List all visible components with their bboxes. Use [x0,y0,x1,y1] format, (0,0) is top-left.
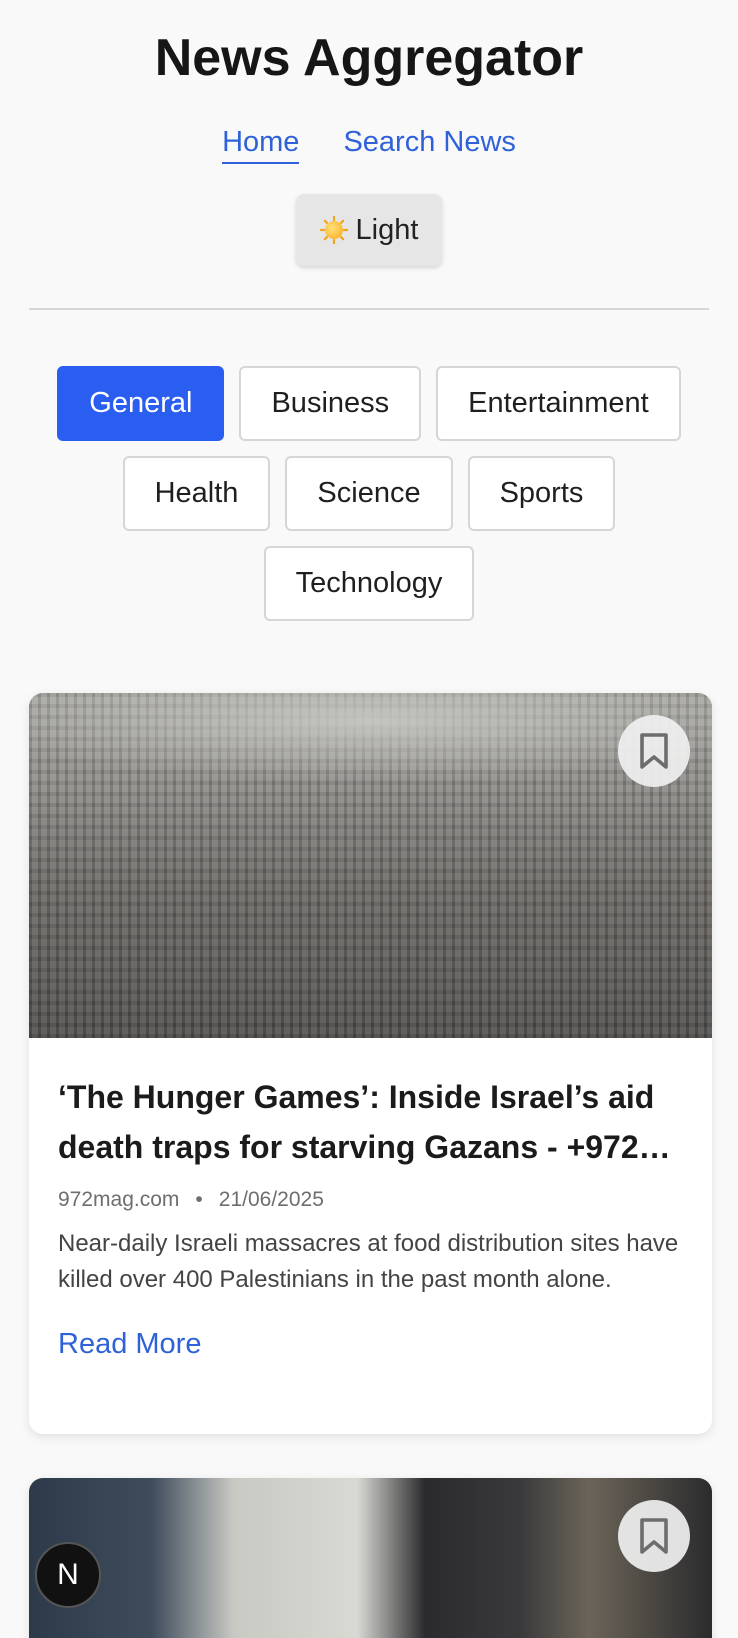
category-entertainment-button[interactable]: Entertainment [436,366,681,441]
category-row: General Business Entertainment [0,366,738,441]
page-header: News Aggregator Home Search News Light [0,0,738,266]
nextjs-dev-badge[interactable]: N [35,1542,101,1608]
article-source: 972mag.com [58,1188,180,1211]
bookmark-icon [640,733,668,769]
article-image[interactable] [29,693,712,1038]
sun-icon [319,216,348,244]
meta-separator: • [195,1188,203,1211]
bookmark-button[interactable] [618,715,690,787]
article-card: ‘The Hunger Games’: Inside Israel’s aid … [29,693,712,1434]
category-science-button[interactable]: Science [285,456,453,531]
page-title: News Aggregator [154,29,584,87]
article-date: 21/06/2025 [218,1188,324,1211]
theme-toggle-button[interactable]: Light [296,194,442,266]
category-row: Technology [0,546,738,621]
category-sports-button[interactable]: Sports [467,456,616,531]
article-image[interactable] [29,1478,712,1638]
category-general-button[interactable]: General [57,366,225,441]
nav-search-link[interactable]: Search News [343,124,515,164]
article-title[interactable]: ‘The Hunger Games’: Inside Israel’s aid … [58,1072,683,1172]
category-technology-button[interactable]: Technology [263,546,475,621]
bookmark-icon [640,1518,668,1554]
article-card [29,1478,712,1638]
theme-toggle-wrap: Light [0,194,738,266]
category-business-button[interactable]: Business [239,366,422,441]
read-more-link[interactable]: Read More [58,1328,201,1361]
category-row: Health Science Sports [0,456,738,531]
header-divider [29,308,709,310]
article-body: ‘The Hunger Games’: Inside Israel’s aid … [29,1038,712,1361]
theme-toggle-label: Light [355,213,419,246]
main-nav: Home Search News [0,124,738,164]
article-description: Near-daily Israeli massacres at food dis… [58,1230,679,1293]
article-meta: 972mag.com • 21/06/2025 [58,1188,683,1212]
nav-home-link[interactable]: Home [222,124,300,164]
category-health-button[interactable]: Health [122,456,271,531]
category-filter: General Business Entertainment Health Sc… [0,366,738,621]
bookmark-button[interactable] [618,1500,690,1572]
